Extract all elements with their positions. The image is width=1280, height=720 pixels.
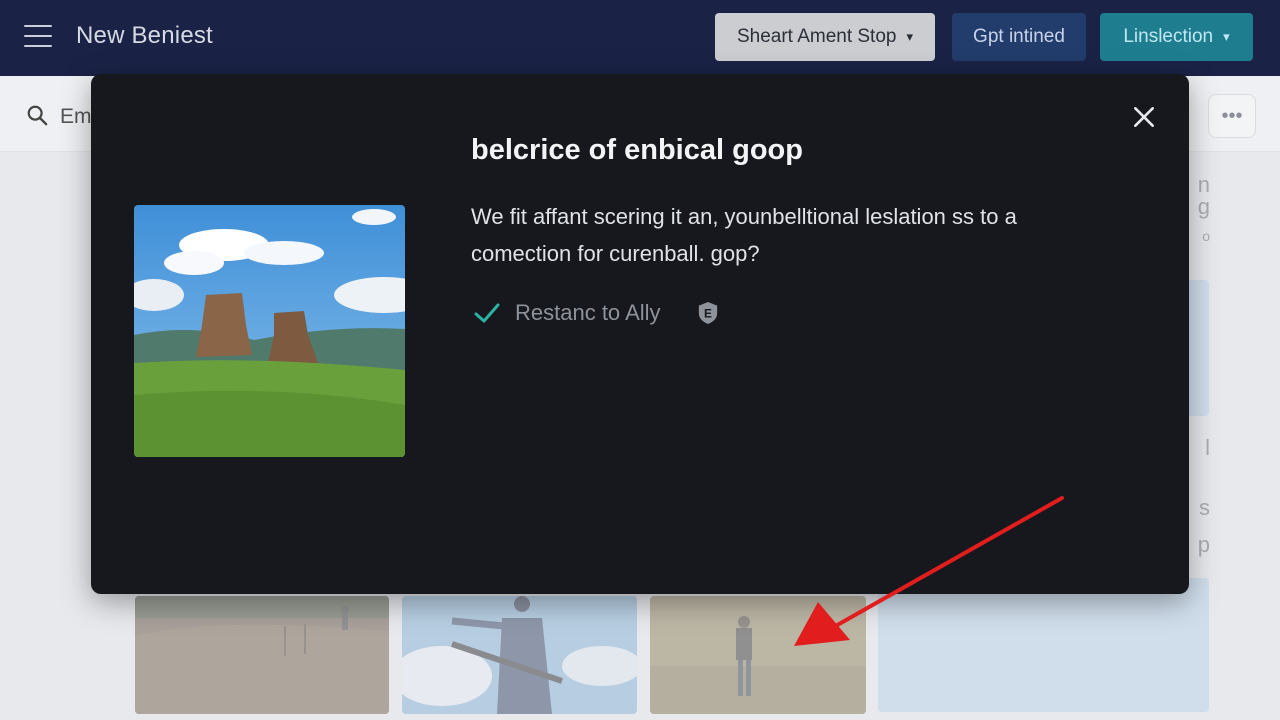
hamburger-icon[interactable]	[24, 25, 52, 47]
modal-body-text: We fit affant scering it an, younbelltio…	[471, 204, 1017, 266]
confirmation-label: Restanc to Ally	[515, 300, 661, 325]
red-arrow-annotation	[794, 496, 1064, 646]
close-icon[interactable]	[1131, 104, 1157, 130]
primary-button-label: Gpt intined	[973, 26, 1065, 47]
badge-letter: E	[704, 307, 712, 321]
select-label: Sheart Ament Stop	[736, 26, 897, 47]
more-button[interactable]: •••	[1208, 94, 1256, 138]
search-input[interactable]: Em	[60, 105, 92, 129]
check-icon	[474, 303, 500, 323]
more-horizontal-icon: •••	[1221, 104, 1243, 127]
top-bar: New Beniest Sheart Ament Stop ▾ Gpt inti…	[0, 0, 1280, 76]
modal-landscape-image	[134, 205, 405, 457]
chevron-down-icon: ▾	[1223, 29, 1230, 44]
search-icon[interactable]	[26, 104, 48, 126]
chevron-down-icon: ▾	[906, 29, 914, 44]
modal-title: belcrice of enbical goop	[471, 134, 803, 166]
secondary-dropdown[interactable]: Linslection ▾	[1100, 13, 1253, 61]
primary-button[interactable]: Gpt intined	[952, 13, 1086, 61]
confirmation-row[interactable]: Restanc to Ally E	[473, 300, 719, 326]
secondary-label: Linslection	[1123, 26, 1214, 47]
select-dropdown[interactable]: Sheart Ament Stop ▾	[715, 13, 935, 61]
shield-badge-icon: E	[698, 302, 717, 324]
app-title: New Beniest	[76, 22, 213, 49]
